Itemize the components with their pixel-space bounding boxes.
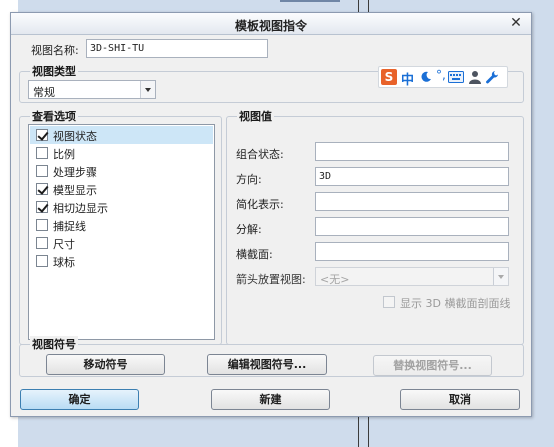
list-item-label: 相切边显示	[53, 202, 108, 215]
keyboard-icon[interactable]	[448, 71, 464, 83]
ok-button[interactable]: 确定	[20, 389, 139, 410]
list-item[interactable]: 捕捉线	[30, 216, 213, 234]
punctuation-icon[interactable]: °,	[436, 68, 446, 82]
view-symbol-title: 视图符号	[30, 336, 78, 352]
arrow-placement-value: <无>	[320, 273, 350, 286]
explode-field[interactable]	[315, 217, 509, 236]
list-item-label: 视图状态	[53, 130, 97, 143]
ime-toolbar: S 中 °,	[378, 66, 508, 88]
list-item-label: 捕捉线	[53, 220, 86, 233]
orientation-field[interactable]: 3D	[315, 167, 509, 186]
arrow-placement-select[interactable]: <无>	[315, 267, 509, 286]
view-options-list: 视图状态 比例 处理步骤 模型显示 相切边显示 捕捉线 尺寸 球标	[28, 124, 215, 340]
dialog-titlebar: 模板视图指令 ✕	[11, 13, 531, 35]
checkbox[interactable]	[36, 219, 48, 231]
replace-view-symbol-button[interactable]: 替换视图符号...	[373, 355, 492, 376]
checkbox[interactable]	[36, 237, 48, 249]
orientation-label: 方向:	[236, 173, 262, 186]
list-item[interactable]: 处理步骤	[30, 162, 213, 180]
view-name-label: 视图名称:	[31, 44, 79, 57]
combined-state-label: 组合状态:	[236, 148, 284, 161]
cross-section-label: 横截面:	[236, 248, 273, 261]
list-item[interactable]: 视图状态	[30, 126, 213, 144]
wrench-icon[interactable]	[485, 70, 499, 84]
list-item[interactable]: 球标	[30, 252, 213, 270]
view-values-title: 视图值	[237, 108, 274, 124]
list-item-label: 球标	[53, 256, 75, 269]
simplified-rep-field[interactable]	[315, 192, 509, 211]
checkbox-checked[interactable]	[36, 129, 48, 141]
list-item[interactable]: 相切边显示	[30, 198, 213, 216]
cross-section-field[interactable]	[315, 242, 509, 261]
checkbox[interactable]	[36, 255, 48, 267]
ime-mode-label[interactable]: 中	[401, 69, 414, 88]
list-item-label: 尺寸	[53, 238, 75, 251]
list-item-label: 模型显示	[53, 184, 97, 197]
list-item-label: 比例	[53, 148, 75, 161]
chevron-down-icon	[493, 268, 508, 285]
list-item[interactable]: 模型显示	[30, 180, 213, 198]
list-item-label: 处理步骤	[53, 166, 97, 179]
view-type-title: 视图类型	[30, 63, 78, 79]
checkbox[interactable]	[36, 165, 48, 177]
template-view-dialog: 模板视图指令 ✕ 视图名称: 3D-SHI-TU 视图类型 常规 S 中 °,	[10, 12, 532, 417]
view-type-select[interactable]: 常规	[28, 80, 156, 99]
checkbox[interactable]	[36, 147, 48, 159]
edit-view-symbol-button[interactable]: 编辑视图符号...	[207, 354, 327, 375]
sogou-logo-icon[interactable]: S	[381, 69, 397, 85]
checkbox-checked[interactable]	[36, 201, 48, 213]
show-section-checkbox[interactable]	[383, 296, 395, 308]
close-icon[interactable]: ✕	[509, 16, 523, 30]
user-icon[interactable]	[468, 70, 482, 84]
arrow-placement-label: 箭头放置视图:	[236, 273, 306, 286]
simplified-rep-label: 简化表示:	[236, 198, 284, 211]
checkbox-checked[interactable]	[36, 183, 48, 195]
background-top-edge	[280, 0, 340, 2]
view-type-value: 常规	[33, 86, 55, 99]
view-options-title: 查看选项	[30, 108, 78, 124]
explode-label: 分解:	[236, 223, 262, 236]
show-section-label: 显示 3D 横截面剖面线	[400, 297, 511, 310]
move-symbol-button[interactable]: 移动符号	[46, 354, 165, 375]
view-name-input[interactable]: 3D-SHI-TU	[86, 39, 268, 58]
chevron-down-icon	[140, 81, 155, 98]
list-item[interactable]: 尺寸	[30, 234, 213, 252]
list-item[interactable]: 比例	[30, 144, 213, 162]
dialog-title: 模板视图指令	[234, 19, 307, 33]
moon-icon[interactable]	[420, 71, 432, 83]
new-button[interactable]: 新建	[211, 389, 330, 410]
cancel-button[interactable]: 取消	[400, 389, 520, 410]
combined-state-field[interactable]	[315, 142, 509, 161]
